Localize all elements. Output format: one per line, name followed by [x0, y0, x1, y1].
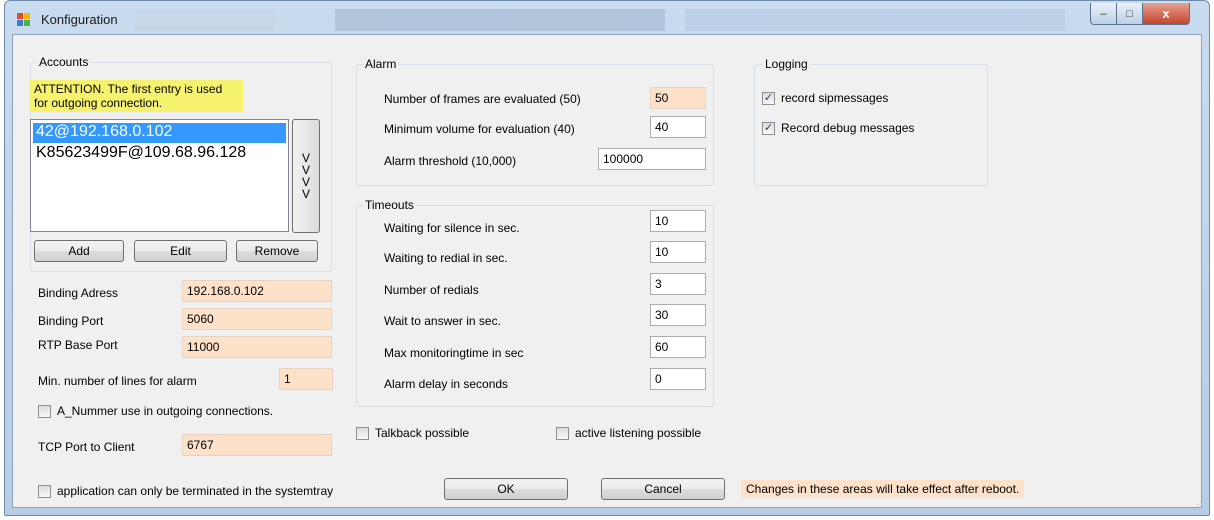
close-button[interactable]: x [1143, 3, 1190, 25]
resize-grip-icon[interactable]: ⋰ [1194, 500, 1204, 510]
timeout-field-monitoring[interactable]: 60 [650, 336, 706, 358]
checkbox-box[interactable] [38, 484, 51, 498]
systray-label: application can only be terminated in th… [57, 484, 334, 498]
checkbox-box[interactable] [556, 426, 569, 440]
tcp-port-label: TCP Port to Client [38, 440, 135, 454]
binding-address-field[interactable]: 192.168.0.102 [182, 280, 332, 302]
debug-messages-label: Record debug messages [781, 121, 915, 135]
maximize-button[interactable]: □ [1117, 3, 1143, 25]
binding-port-label: Binding Port [38, 314, 104, 328]
sip-messages-label: record sipmessages [781, 91, 889, 105]
move-entry-button[interactable]: V V V V [292, 119, 320, 233]
threshold-field[interactable]: 100000 [598, 148, 706, 170]
accounts-legend: Accounts [37, 55, 91, 69]
timeout-field-redials[interactable]: 3 [650, 273, 706, 295]
timeout-field-alarm-delay[interactable]: 0 [650, 368, 706, 390]
timeout-field-silence[interactable]: 10 [650, 210, 706, 232]
window-title: Konfiguration [41, 12, 118, 27]
timeout-label-alarm-delay: Alarm delay in seconds [384, 377, 509, 391]
list-item[interactable]: 42@192.168.0.102 [33, 123, 286, 143]
close-icon: x [1162, 6, 1170, 21]
timeout-label-redial: Waiting to redial in sec. [384, 251, 508, 265]
listening-checkbox[interactable]: active listening possible [556, 426, 701, 440]
logging-legend: Logging [763, 57, 810, 71]
timeouts-legend: Timeouts [363, 198, 416, 212]
talkback-checkbox[interactable]: Talkback possible [356, 426, 469, 440]
minimize-icon: – [1100, 7, 1107, 20]
title-bar[interactable]: Konfiguration – □ x [5, 1, 1209, 35]
frames-field[interactable]: 50 [650, 87, 706, 109]
debug-messages-checkbox[interactable]: ✓ Record debug messages [762, 121, 914, 135]
attention-note: ATTENTION. The first entry is used for o… [30, 80, 243, 112]
timeout-field-answer[interactable]: 30 [650, 304, 706, 326]
frames-label: Number of frames are evaluated (50) [384, 92, 581, 106]
timeout-label-monitoring: Max monitoringtime in sec [384, 346, 524, 360]
rtp-port-label: RTP Base Port [38, 338, 118, 352]
rtp-port-field[interactable]: 11000 [182, 336, 332, 358]
edit-account-button[interactable]: Edit [134, 240, 227, 262]
a-nummer-checkbox[interactable]: A_Nummer use in outgoing connections. [38, 404, 273, 418]
reboot-notice: Changes in these areas will take effect … [741, 480, 1025, 498]
check-icon[interactable]: ✓ [762, 91, 775, 105]
binding-address-label: Binding Adress [38, 286, 119, 300]
background-taskbar-blur [685, 9, 1065, 31]
accounts-list[interactable]: 42@192.168.0.102 K85623499F@109.68.96.12… [30, 119, 289, 232]
min-lines-field[interactable]: 1 [279, 368, 333, 390]
tcp-port-field[interactable]: 6767 [182, 434, 332, 456]
timeout-label-answer: Wait to answer in sec. [384, 314, 501, 328]
listening-label: active listening possible [575, 426, 702, 440]
sip-messages-checkbox[interactable]: ✓ record sipmessages [762, 91, 888, 105]
checkbox-box[interactable] [356, 426, 369, 440]
min-volume-label: Minimum volume for evaluation (40) [384, 122, 575, 136]
timeout-label-redials: Number of redials [384, 283, 479, 297]
talkback-label: Talkback possible [375, 426, 470, 440]
cancel-button[interactable]: Cancel [601, 478, 725, 500]
threshold-label: Alarm threshold (10,000) [384, 154, 517, 168]
minimize-button[interactable]: – [1090, 3, 1117, 25]
min-volume-field[interactable]: 40 [650, 116, 706, 138]
check-icon[interactable]: ✓ [762, 121, 775, 135]
checkbox-box[interactable] [38, 404, 51, 418]
app-icon [17, 13, 31, 27]
min-lines-label: Min. number of lines for alarm [38, 374, 197, 388]
timeout-field-redial[interactable]: 10 [650, 241, 706, 263]
timeout-label-silence: Waiting for silence in sec. [384, 221, 520, 235]
binding-port-field[interactable]: 5060 [182, 308, 332, 330]
a-nummer-label: A_Nummer use in outgoing connections. [57, 404, 274, 418]
maximize-icon: □ [1126, 7, 1133, 20]
background-taskbar-blur [335, 9, 665, 31]
add-account-button[interactable]: Add [34, 240, 124, 262]
systray-checkbox[interactable]: application can only be terminated in th… [38, 484, 333, 498]
background-taskbar-blur [135, 9, 275, 31]
ok-button[interactable]: OK [444, 478, 568, 500]
list-item[interactable]: K85623499F@109.68.96.128 [33, 144, 286, 164]
remove-account-button[interactable]: Remove [236, 240, 318, 262]
move-down-icon: V [301, 187, 310, 201]
alarm-legend: Alarm [363, 57, 399, 71]
